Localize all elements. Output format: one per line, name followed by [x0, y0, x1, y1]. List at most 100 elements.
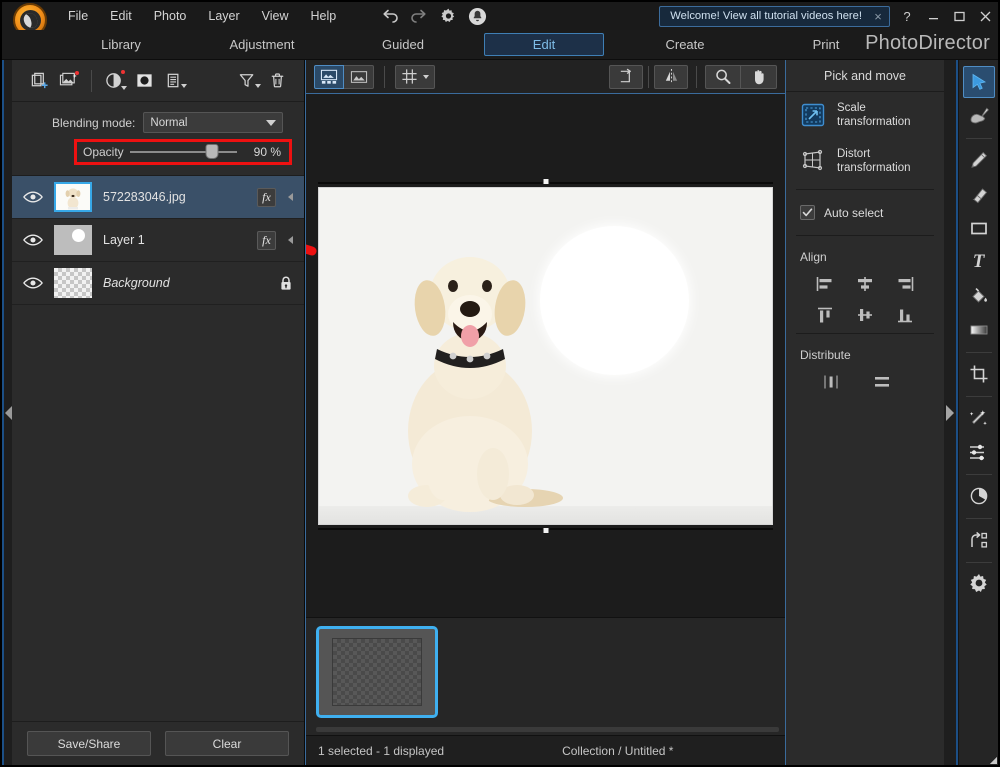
- tab-library[interactable]: Library: [61, 33, 181, 56]
- left-panel-collapse-handle[interactable]: [2, 60, 12, 765]
- auto-select-checkbox[interactable]: Auto select: [786, 195, 944, 230]
- layer-visibility-icon[interactable]: [12, 190, 54, 204]
- table-row[interactable]: 572283046.jpg fx: [12, 176, 304, 219]
- opacity-slider[interactable]: [129, 145, 237, 158]
- magic-wand-effects-icon[interactable]: [963, 402, 995, 434]
- opacity-slider-thumb[interactable]: [206, 145, 218, 158]
- layer-fx-badge[interactable]: fx: [257, 230, 276, 250]
- blending-mode-select[interactable]: Normal: [143, 112, 284, 133]
- canvas-image[interactable]: [318, 186, 773, 525]
- align-top-icon[interactable]: [812, 304, 838, 326]
- menu-item-file[interactable]: File: [57, 5, 99, 27]
- gradient-tool-icon[interactable]: [963, 314, 995, 346]
- table-row[interactable]: Layer 1 fx: [12, 219, 304, 262]
- crop-tool-icon[interactable]: [963, 358, 995, 390]
- add-photo-layer-icon[interactable]: [54, 67, 84, 95]
- transform-handle-bottom[interactable]: [542, 526, 549, 534]
- layer-options-icon[interactable]: [159, 67, 189, 95]
- scale-transformation-button[interactable]: Scale transformation: [786, 92, 944, 138]
- toolbar-separator: [384, 65, 385, 88]
- layer-fx-badge[interactable]: fx: [257, 187, 276, 207]
- align-middle-vertical-icon[interactable]: [852, 304, 878, 326]
- compare-view-icon[interactable]: [314, 64, 344, 89]
- gear-icon[interactable]: [435, 5, 461, 27]
- single-view-icon[interactable]: [344, 64, 374, 89]
- arrange-layers-icon[interactable]: [963, 524, 995, 556]
- close-button[interactable]: [972, 2, 998, 30]
- notification-bell-icon[interactable]: [464, 5, 490, 27]
- layer-expand-icon[interactable]: [282, 236, 298, 244]
- align-center-horizontal-icon[interactable]: [852, 273, 878, 295]
- chevron-down-icon: [266, 119, 277, 126]
- canvas-area[interactable]: [306, 94, 785, 617]
- menu-item-layer[interactable]: Layer: [197, 5, 250, 27]
- pick-and-move-icon[interactable]: [962, 66, 995, 98]
- align-left-icon[interactable]: [812, 273, 838, 295]
- maximize-button[interactable]: [946, 2, 972, 30]
- tab-create[interactable]: Create: [625, 33, 745, 56]
- blending-mode-value: Normal: [150, 116, 188, 129]
- eraser-icon[interactable]: [963, 178, 995, 210]
- tutorial-banner-text: Welcome! View all tutorial videos here!: [670, 10, 862, 22]
- right-panel-collapse-handle[interactable]: [944, 60, 958, 765]
- paint-bucket-icon[interactable]: [963, 280, 995, 312]
- delete-layer-icon[interactable]: [262, 67, 292, 95]
- tab-edit[interactable]: Edit: [484, 33, 604, 56]
- list-item[interactable]: [316, 626, 438, 718]
- divider: [965, 138, 992, 139]
- menu-item-photo[interactable]: Photo: [143, 5, 198, 27]
- settings-gear-icon[interactable]: [963, 568, 995, 600]
- adjustment-layer-icon[interactable]: [99, 67, 129, 95]
- filmstrip: [306, 617, 785, 735]
- redo-icon[interactable]: [406, 5, 432, 27]
- menu-item-view[interactable]: View: [251, 5, 300, 27]
- distribute-vertical-icon[interactable]: [869, 371, 895, 393]
- flip-icon[interactable]: [654, 64, 997, 764]
- content-aware-removal-icon[interactable]: [963, 100, 995, 132]
- menu-item-edit[interactable]: Edit: [99, 5, 143, 27]
- blending-mode-label: Blending mode:: [52, 115, 136, 130]
- add-layer-icon[interactable]: [24, 67, 54, 95]
- layer-thumbnail[interactable]: [54, 225, 92, 255]
- tab-guided[interactable]: Guided: [343, 33, 463, 56]
- tutorial-banner[interactable]: Welcome! View all tutorial videos here! …: [659, 5, 890, 27]
- align-right-icon[interactable]: [892, 273, 918, 295]
- filmstrip-scrollbar[interactable]: [316, 727, 779, 732]
- transform-handle-top[interactable]: [542, 177, 549, 185]
- menu-item-help[interactable]: Help: [300, 5, 348, 27]
- distort-transformation-icon: [800, 148, 826, 174]
- hand-tool-icon[interactable]: [741, 64, 777, 89]
- minimize-button[interactable]: [920, 2, 946, 30]
- align-bottom-icon[interactable]: [892, 304, 918, 326]
- module-tab-bar: Library Adjustment Guided Edit Create Pr…: [2, 30, 998, 60]
- layer-thumbnail[interactable]: [54, 182, 92, 212]
- pencil-brush-icon[interactable]: [963, 144, 995, 176]
- lock-icon[interactable]: [272, 275, 300, 292]
- layer-mask-icon[interactable]: [129, 67, 159, 95]
- text-tool-icon[interactable]: T: [963, 246, 995, 278]
- layer-visibility-icon[interactable]: [12, 233, 54, 247]
- layers-panel: Blending mode: Normal Opacity 90 % 57228…: [12, 60, 305, 765]
- adjustment-sliders-icon[interactable]: [963, 436, 995, 468]
- tutorial-banner-close-icon[interactable]: ×: [871, 9, 885, 24]
- opacity-pie-icon[interactable]: [963, 480, 995, 512]
- table-row[interactable]: Background: [12, 262, 304, 305]
- rotate-icon[interactable]: [609, 64, 997, 764]
- chevron-left-icon: [4, 405, 12, 420]
- layer-thumbnail[interactable]: [54, 268, 92, 298]
- distort-transformation-button[interactable]: Distort transformation: [786, 138, 944, 184]
- tab-adjustment[interactable]: Adjustment: [202, 33, 322, 56]
- save-share-button[interactable]: Save/Share: [27, 731, 151, 756]
- filter-icon[interactable]: [232, 67, 262, 95]
- shape-rectangle-icon[interactable]: [963, 212, 995, 244]
- clear-button[interactable]: Clear: [165, 731, 289, 756]
- undo-icon[interactable]: [377, 5, 403, 27]
- zoom-tool-icon[interactable]: [705, 64, 741, 89]
- badge-dot: [75, 70, 79, 75]
- layer-visibility-icon[interactable]: [12, 276, 54, 290]
- grid-overlay-icon[interactable]: [395, 64, 435, 89]
- distort-transformation-label: Distort transformation: [837, 147, 911, 175]
- help-button[interactable]: ?: [894, 2, 920, 30]
- layer-expand-icon[interactable]: [282, 193, 298, 201]
- distribute-horizontal-icon[interactable]: [818, 371, 844, 393]
